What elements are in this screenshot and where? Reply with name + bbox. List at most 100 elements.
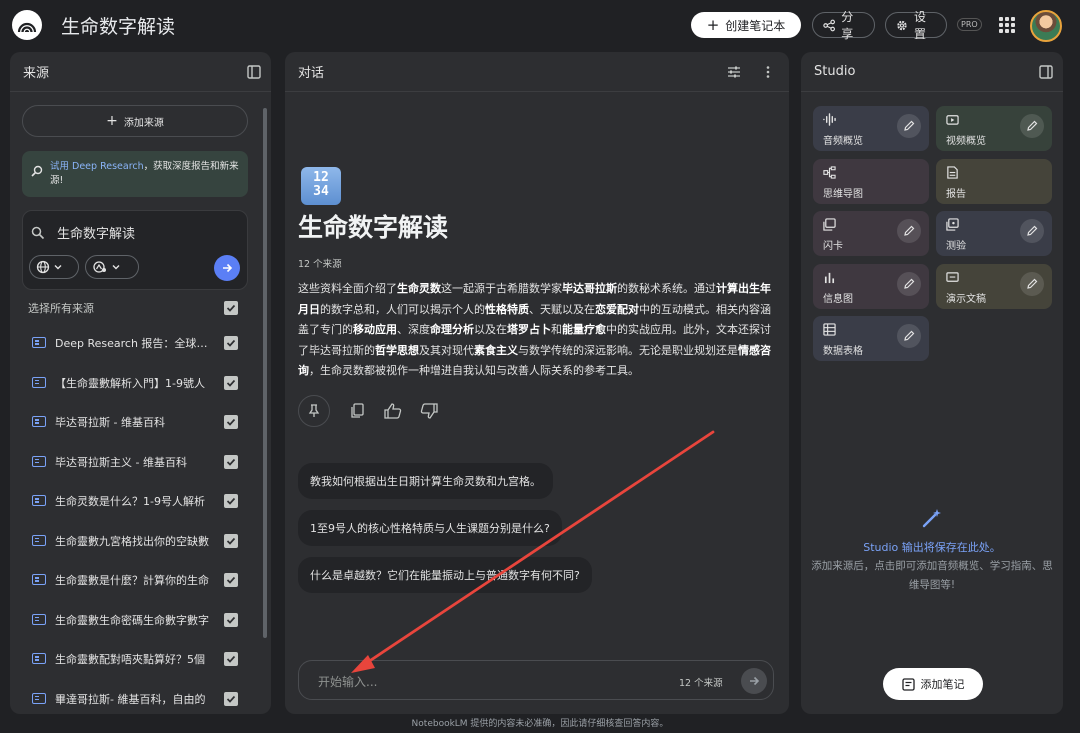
search-input[interactable]: 生命数字解读 (57, 223, 135, 242)
apps-grid-icon[interactable] (999, 17, 1015, 33)
source-checkbox[interactable] (224, 691, 238, 706)
chat-input-box[interactable]: 开始输入... 12 个来源 (298, 660, 774, 700)
source-item[interactable]: 毕达哥拉斯主义 - 维基百科 (10, 444, 260, 480)
edit-button[interactable] (1020, 219, 1044, 243)
source-checkbox[interactable] (224, 415, 238, 429)
edit-button[interactable] (897, 271, 921, 296)
studio-card-label: 演示文稿 (946, 293, 986, 305)
studio-card[interactable]: 测验 (936, 211, 1052, 256)
document-icon (32, 337, 46, 348)
source-item[interactable]: 畢達哥拉斯- 維基百科，自由的 (10, 681, 260, 715)
source-item[interactable]: 生命靈數配對唔夾點算好？5個 (10, 641, 260, 677)
add-note-button[interactable]: 添加笔记 (883, 668, 983, 700)
studio-card-label: 闪卡 (823, 241, 843, 252)
suggested-question[interactable]: 教我如何根据出生日期计算生命灵数和九宫格。 (298, 463, 553, 499)
edit-button[interactable] (1020, 271, 1044, 296)
deep-research-link[interactable]: 试用 Deep Research (50, 161, 144, 172)
emoji-line: 12 (313, 170, 329, 185)
tune-icon[interactable] (727, 65, 741, 79)
studio-card[interactable]: 报告 (936, 158, 1052, 204)
deep-research-promo[interactable]: 试用 Deep Research，获取深度报告和新来源! (22, 151, 248, 197)
source-item[interactable]: 生命灵数是什么？1-9号人解析 (10, 483, 260, 519)
save-to-note-button[interactable] (298, 395, 330, 427)
chat-panel: 对话 12 34 生命数字解读 12 个来源 这些资料全面介绍了生命灵数这一起源于… (285, 52, 789, 714)
source-item[interactable]: 【生命靈數解析入門】1-9號人 (10, 365, 260, 401)
copy-button[interactable] (348, 402, 366, 420)
summary-text: 及其对现代 (419, 343, 474, 357)
document-icon (32, 495, 46, 506)
collapse-panel-icon[interactable] (1039, 65, 1053, 79)
studio-empty-title: Studio 输出将保存在此处。 (863, 541, 1001, 554)
edit-button[interactable] (897, 114, 921, 138)
source-checkbox[interactable] (224, 454, 238, 469)
sources-title: 来源 (23, 66, 50, 81)
thumbs-up-button[interactable] (384, 402, 402, 420)
suggested-question[interactable]: 什么是卓越数？它们在能量振动上与普通数字有何不同? (298, 557, 592, 593)
source-item[interactable]: 毕达哥拉斯 - 维基百科 (10, 404, 260, 440)
edit-button[interactable] (897, 219, 921, 243)
search-submit-button[interactable] (214, 255, 240, 281)
chat-header: 对话 (285, 52, 789, 92)
edit-button[interactable] (1020, 114, 1044, 138)
studio-card[interactable]: 闪卡 (813, 211, 929, 256)
chat-input[interactable]: 开始输入... (318, 673, 377, 690)
source-checkbox[interactable] (224, 573, 238, 587)
source-item-label: 毕达哥拉斯主义 - 维基百科 (55, 455, 187, 469)
studio-card[interactable]: 数据表格 (813, 316, 929, 361)
source-item[interactable]: 生命靈數是什麼？計算你的生命 (10, 562, 260, 598)
user-avatar[interactable] (1030, 10, 1062, 42)
arrow-right-icon (223, 263, 233, 273)
copy-icon (350, 403, 364, 418)
search-row[interactable]: 生命数字解读 (31, 223, 135, 242)
chevron-down-icon (54, 265, 62, 270)
source-checkbox[interactable] (224, 533, 238, 548)
more-vert-icon[interactable] (765, 65, 771, 79)
create-notebook-button[interactable]: + 创建笔记本 (691, 12, 801, 38)
annotation-arrow (351, 430, 715, 673)
source-checkbox[interactable] (224, 652, 238, 666)
source-item[interactable]: 生命靈數生命密碼生命數字數字 (10, 602, 260, 638)
share-button[interactable]: 分享 (812, 10, 875, 41)
studio-card-label: 信息图 (823, 293, 853, 305)
research-mode-dropdown[interactable] (85, 255, 139, 279)
document-icon (32, 416, 46, 427)
document-icon (32, 534, 46, 546)
document-icon (32, 376, 46, 388)
summary-text: 、天赋以及在 (529, 302, 595, 316)
select-all-checkbox[interactable] (224, 301, 238, 315)
summary-keyword: 移动应用 (353, 323, 397, 336)
web-source-dropdown[interactable] (29, 255, 79, 279)
studio-card[interactable]: 演示文稿 (936, 263, 1052, 309)
studio-card[interactable]: 视频概览 (936, 106, 1052, 151)
summary-keyword: 毕达哥拉斯 (562, 282, 617, 295)
studio-card[interactable]: 音频概览 (813, 106, 929, 151)
source-item-label: 毕达哥拉斯 - 维基百科 (55, 416, 165, 429)
source-item[interactable]: 生命靈數九宮格找出你的空缺數 (10, 523, 260, 559)
suggested-question[interactable]: 1至9号人的核心性格特质与人生课题分别是什么? (298, 510, 562, 546)
source-item-label: 生命靈數生命密碼生命數字數字 (55, 613, 209, 627)
source-item[interactable]: Deep Research 报告：全球生命数字 (10, 325, 260, 361)
flashcard-icon (823, 218, 836, 231)
studio-card[interactable]: 信息图 (813, 263, 929, 309)
send-button[interactable] (741, 668, 767, 694)
add-source-button[interactable]: + 添加来源 (22, 105, 248, 137)
notebook-title[interactable]: 生命数字解读 (61, 12, 175, 39)
settings-button[interactable]: 设置 (885, 10, 947, 41)
pencil-icon (904, 330, 915, 341)
source-checkbox[interactable] (224, 375, 238, 390)
source-item-label: 生命靈數九宮格找出你的空缺數 (55, 534, 209, 548)
source-checkbox[interactable] (224, 494, 238, 508)
edit-button[interactable] (897, 324, 921, 348)
notebooklm-logo-icon[interactable] (12, 10, 42, 40)
thumbs-down-button[interactable] (420, 402, 438, 420)
studio-card-label: 测验 (946, 241, 966, 252)
summary-text: 与数学传统的深远影响。无论是职业规划还是 (518, 343, 738, 357)
source-item-label: Deep Research 报告：全球生命数字 (55, 337, 215, 350)
studio-card-label: 音频概览 (823, 136, 863, 147)
report-icon (947, 165, 958, 179)
source-checkbox[interactable] (224, 612, 238, 627)
studio-card[interactable]: 思维导图 (813, 158, 929, 204)
source-list-scrollbar[interactable] (263, 108, 267, 638)
source-checkbox[interactable] (224, 336, 238, 350)
collapse-panel-icon[interactable] (247, 65, 261, 79)
